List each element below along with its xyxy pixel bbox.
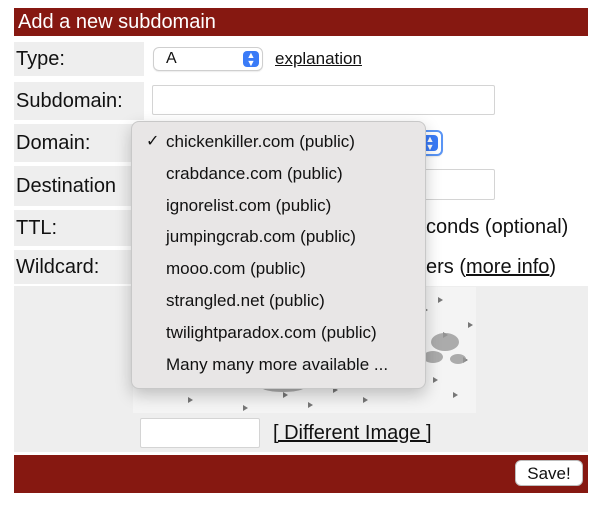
subdomain-label-cell: Subdomain: — [14, 82, 144, 120]
domain-option-label: Many many more available ... — [166, 354, 389, 374]
ttl-label-cell: TTL: — [14, 210, 144, 246]
destination-label-cell: Destination — [14, 166, 144, 206]
captcha-input[interactable] — [140, 418, 260, 448]
domain-option-label: crabdance.com (public) — [166, 163, 343, 183]
wildcard-more-info-link[interactable]: more info — [466, 256, 549, 278]
ttl-suffix-text: conds (optional) — [426, 216, 569, 238]
domain-option-more[interactable]: Many many more available ... — [132, 349, 425, 381]
wildcard-label: Wildcard: — [16, 255, 100, 278]
different-image-link[interactable]: [ Different Image ] — [273, 422, 432, 445]
wildcard-suffix: ers ( — [426, 256, 466, 278]
domain-option-label: mooo.com (public) — [166, 259, 306, 279]
form-footer — [14, 455, 588, 493]
domain-option-label: strangled.net (public) — [166, 290, 325, 310]
domain-option-label: jumpingcrab.com (public) — [166, 227, 356, 247]
domain-option-label: ignorelist.com (public) — [166, 195, 332, 215]
save-button[interactable]: Save! — [515, 460, 583, 486]
checkmark-icon: ✓ — [146, 133, 160, 150]
domain-option[interactable]: mooo.com (public) — [132, 253, 425, 285]
domain-option[interactable]: jumpingcrab.com (public) — [132, 221, 425, 253]
domain-option-label: chickenkiller.com (public) — [166, 132, 355, 151]
type-label: Type: — [16, 47, 65, 70]
domain-label: Domain: — [16, 131, 91, 154]
chevron-updown-icon: ▲ ▼ — [243, 51, 259, 68]
domain-option[interactable]: strangled.net (public) — [132, 285, 425, 317]
form-header: Add a new subdomain — [14, 8, 588, 36]
type-select[interactable]: A ▲ ▼ — [153, 47, 263, 71]
domain-option[interactable]: crabdance.com (public) — [132, 158, 425, 190]
wildcard-close-paren: ) — [549, 256, 557, 278]
type-select-value: A — [166, 50, 177, 67]
domain-dropdown-menu: ✓ chickenkiller.com (public) crabdance.c… — [131, 121, 426, 389]
domain-option[interactable]: ignorelist.com (public) — [132, 190, 425, 222]
domain-option-label: twilightparadox.com (public) — [166, 322, 377, 342]
destination-label: Destination — [16, 174, 117, 197]
subdomain-label: Subdomain: — [16, 89, 123, 112]
domain-label-cell: Domain: — [14, 124, 144, 162]
type-explanation-link[interactable]: explanation — [275, 49, 362, 69]
form-title: Add a new subdomain — [18, 11, 216, 33]
save-button-label: Save! — [527, 464, 571, 483]
wildcard-label-cell: Wildcard: — [14, 250, 144, 284]
subdomain-input[interactable] — [152, 85, 495, 115]
domain-option[interactable]: ✓ chickenkiller.com (public) — [132, 126, 425, 158]
type-label-cell: Type: — [14, 42, 144, 76]
wildcard-suffix-text: ers (more info) — [426, 256, 556, 279]
domain-option[interactable]: twilightparadox.com (public) — [132, 317, 425, 349]
ttl-label: TTL: — [16, 216, 58, 239]
